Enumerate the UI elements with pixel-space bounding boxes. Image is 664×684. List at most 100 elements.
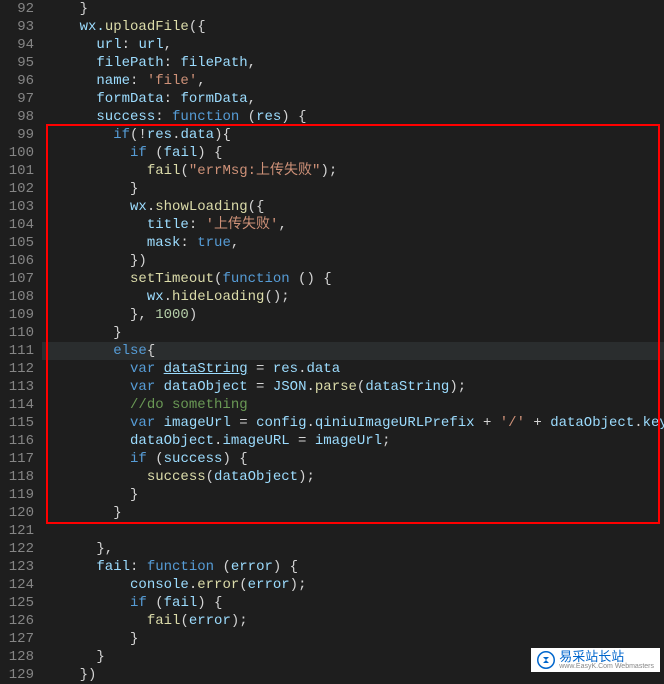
code-line[interactable]: if (fail) { <box>42 594 664 612</box>
code-line[interactable]: } <box>42 504 664 522</box>
code-line[interactable]: wx.uploadFile({ <box>42 18 664 36</box>
token: data <box>307 361 341 377</box>
token: = <box>231 415 256 431</box>
token: //do something <box>130 397 248 413</box>
code-line[interactable]: mask: true, <box>42 234 664 252</box>
code-line[interactable]: } <box>42 0 664 18</box>
code-line[interactable]: console.error(error); <box>42 576 664 594</box>
token: ) { <box>197 595 222 611</box>
token: }) <box>46 667 96 683</box>
token <box>46 343 113 359</box>
line-number: 116 <box>4 432 34 450</box>
line-number: 103 <box>4 198 34 216</box>
line-number: 123 <box>4 558 34 576</box>
line-number: 106 <box>4 252 34 270</box>
code-line[interactable]: var imageUrl = config.qiniuImageURLPrefi… <box>42 414 664 432</box>
token: } <box>46 487 138 503</box>
token <box>46 451 130 467</box>
code-line[interactable]: else{ <box>42 342 664 360</box>
token: if <box>113 127 130 143</box>
token: function <box>172 109 239 125</box>
token: : <box>164 91 181 107</box>
code-line[interactable]: dataObject.imageURL = imageUrl; <box>42 432 664 450</box>
code-line[interactable]: } <box>42 486 664 504</box>
token <box>46 163 147 179</box>
line-number: 108 <box>4 288 34 306</box>
code-line[interactable]: if (fail) { <box>42 144 664 162</box>
token <box>46 613 147 629</box>
code-line[interactable]: success(dataObject); <box>42 468 664 486</box>
code-editor[interactable]: 9293949596979899100101102103104105106107… <box>0 0 664 678</box>
token: success <box>46 109 155 125</box>
token: , <box>278 217 286 233</box>
token: ) { <box>222 451 247 467</box>
code-line[interactable]: wx.showLoading({ <box>42 198 664 216</box>
code-line[interactable]: //do something <box>42 396 664 414</box>
line-number: 120 <box>4 504 34 522</box>
code-line[interactable]: var dataString = res.data <box>42 360 664 378</box>
token <box>155 361 163 377</box>
token: ); <box>290 577 307 593</box>
token: ( <box>214 559 231 575</box>
token: , <box>248 55 256 71</box>
line-number: 93 <box>4 18 34 36</box>
code-line[interactable]: formData: formData, <box>42 90 664 108</box>
code-area[interactable]: } wx.uploadFile({ url: url, filePath: fi… <box>42 0 664 678</box>
token: . <box>306 379 314 395</box>
code-line[interactable]: } <box>42 324 664 342</box>
token: wx <box>130 199 147 215</box>
code-line[interactable]: url: url, <box>42 36 664 54</box>
line-number: 127 <box>4 630 34 648</box>
code-line[interactable]: setTimeout(function () { <box>42 270 664 288</box>
token: + <box>525 415 550 431</box>
code-line[interactable]: fail(error); <box>42 612 664 630</box>
code-line[interactable]: } <box>42 630 664 648</box>
token: imageURL <box>222 433 289 449</box>
token: ); <box>298 469 315 485</box>
token: ) { <box>281 109 306 125</box>
code-line[interactable]: title: '上传失败', <box>42 216 664 234</box>
token: ) <box>189 307 197 323</box>
token: filePath <box>46 55 164 71</box>
token: , <box>231 235 239 251</box>
code-line[interactable]: if (success) { <box>42 450 664 468</box>
code-line[interactable] <box>42 522 664 540</box>
code-line[interactable]: fail: function (error) { <box>42 558 664 576</box>
token: error <box>248 577 290 593</box>
token: fail <box>147 613 181 629</box>
watermark-logo-icon <box>537 651 555 669</box>
line-number: 128 <box>4 648 34 666</box>
token: name <box>46 73 130 89</box>
code-line[interactable]: var dataObject = JSON.parse(dataString); <box>42 378 664 396</box>
line-number: 109 <box>4 306 34 324</box>
token: () { <box>290 271 332 287</box>
token: "errMsg:上传失败" <box>189 163 321 179</box>
code-line[interactable]: if(!res.data){ <box>42 126 664 144</box>
token: = <box>248 379 273 395</box>
code-line[interactable]: success: function (res) { <box>42 108 664 126</box>
token: fail <box>164 145 198 161</box>
line-number-gutter: 9293949596979899100101102103104105106107… <box>0 0 42 678</box>
token: (); <box>264 289 289 305</box>
token: . <box>307 415 315 431</box>
code-line[interactable]: }, <box>42 540 664 558</box>
token: var <box>130 415 155 431</box>
code-line[interactable]: }, 1000) <box>42 306 664 324</box>
line-number: 97 <box>4 90 34 108</box>
line-number: 95 <box>4 54 34 72</box>
code-line[interactable]: }) <box>42 252 664 270</box>
code-line[interactable]: } <box>42 180 664 198</box>
token: '上传失败' <box>206 217 279 233</box>
line-number: 105 <box>4 234 34 252</box>
token: ( <box>147 595 164 611</box>
code-line[interactable]: name: 'file', <box>42 72 664 90</box>
token: showLoading <box>155 199 247 215</box>
code-line[interactable]: fail("errMsg:上传失败"); <box>42 162 664 180</box>
token: ){ <box>214 127 231 143</box>
token: hideLoading <box>172 289 264 305</box>
code-line[interactable]: wx.hideLoading(); <box>42 288 664 306</box>
code-line[interactable]: filePath: filePath, <box>42 54 664 72</box>
token <box>46 469 147 485</box>
token: ({ <box>248 199 265 215</box>
line-number: 94 <box>4 36 34 54</box>
